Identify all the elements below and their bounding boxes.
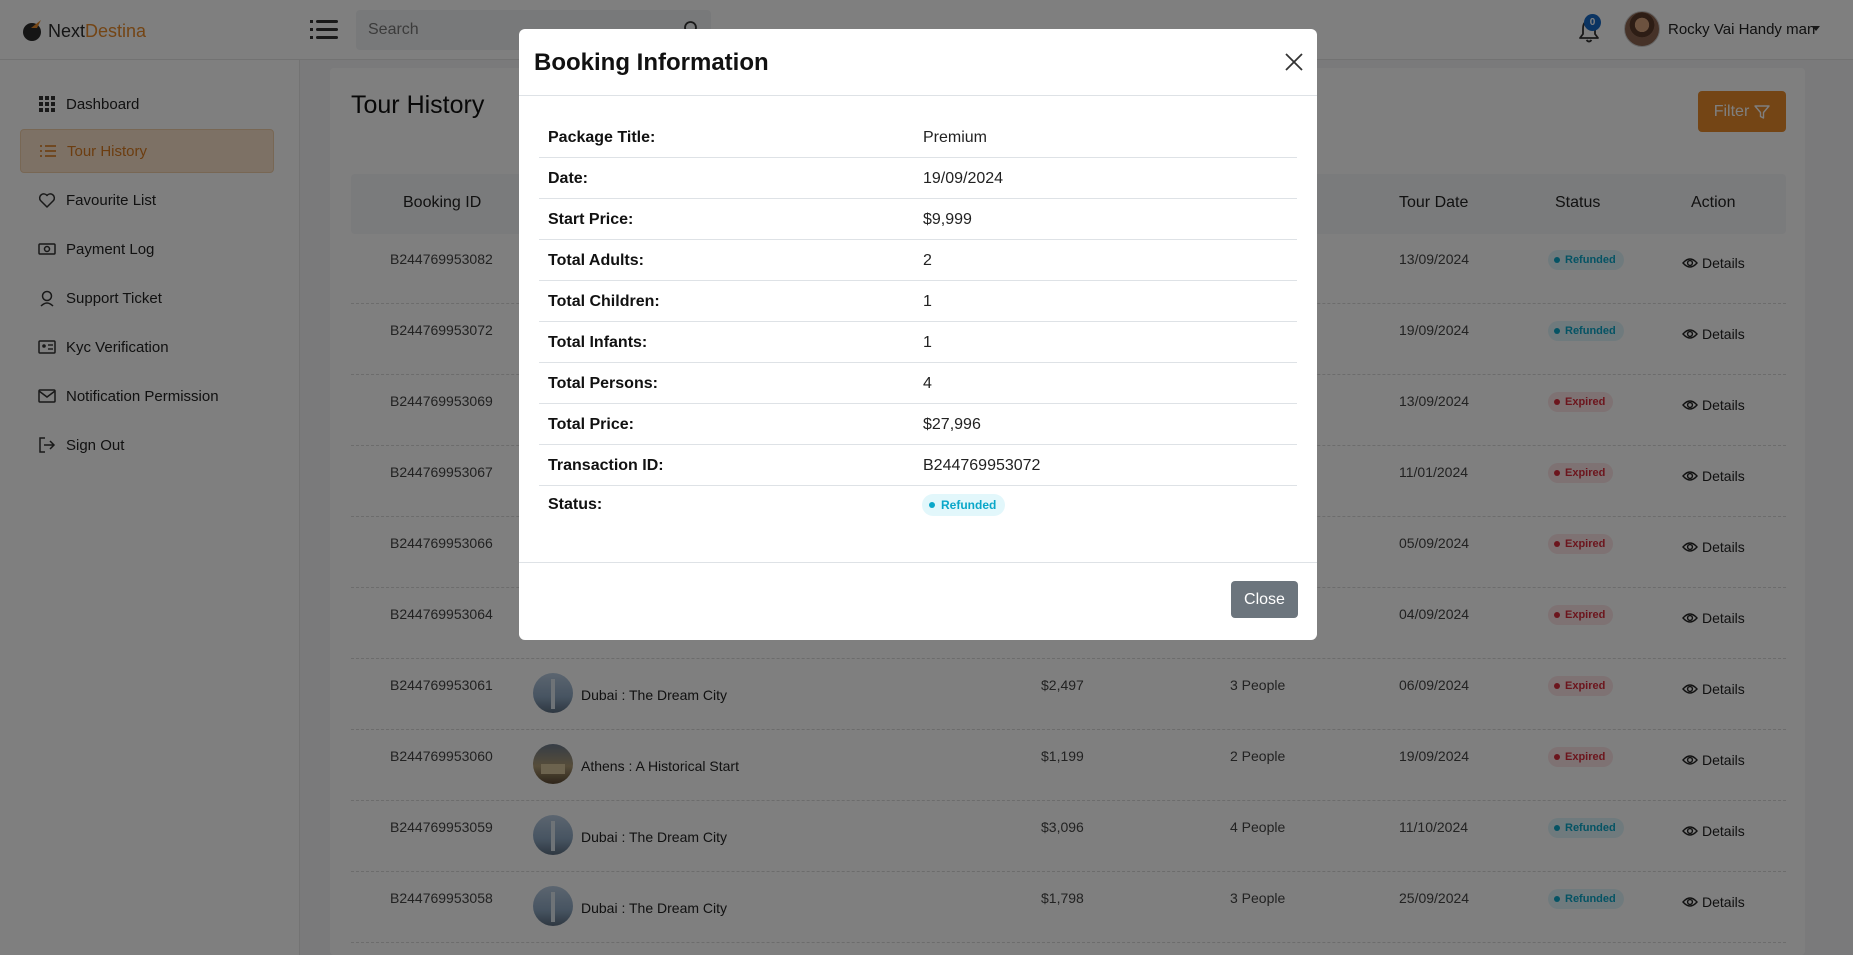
info-label: Total Infants: <box>548 334 648 351</box>
modal-footer: Close <box>519 562 1317 640</box>
info-value: 1 <box>923 293 932 310</box>
info-value: 4 <box>923 375 932 392</box>
info-value: $27,996 <box>923 416 981 433</box>
info-row: Start Price: $9,999 <box>539 199 1297 240</box>
info-value: B244769953072 <box>923 457 1041 474</box>
info-value: 2 <box>923 252 932 269</box>
info-label: Date: <box>548 170 589 187</box>
close-icon[interactable] <box>1283 51 1305 73</box>
info-value: Premium <box>923 129 988 146</box>
info-value: $9,999 <box>923 211 972 228</box>
info-row: Total Adults: 2 <box>539 240 1297 281</box>
status-badge: Refunded <box>922 494 1006 516</box>
status-dot-icon <box>929 502 935 508</box>
status-badge-label: Refunded <box>941 498 997 512</box>
info-label: Status: <box>548 496 603 513</box>
info-row: Total Persons: 4 <box>539 363 1297 404</box>
info-row-status: Status: Refunded <box>539 484 1297 525</box>
info-row: Transaction ID: B244769953072 <box>539 445 1297 486</box>
close-button[interactable]: Close <box>1231 581 1298 618</box>
info-value: 19/09/2024 <box>923 170 1004 187</box>
info-label: Transaction ID: <box>548 457 664 474</box>
modal-header: Booking Information <box>519 29 1317 96</box>
info-row: Package Title: Premium <box>539 117 1297 158</box>
info-row: Total Price: $27,996 <box>539 404 1297 445</box>
modal-title: Booking Information <box>534 49 769 76</box>
info-label: Total Price: <box>548 416 634 433</box>
booking-info-modal: Booking Information Package Title: Premiu… <box>519 29 1317 640</box>
info-row: Date: 19/09/2024 <box>539 158 1297 199</box>
info-label: Start Price: <box>548 211 634 228</box>
info-label: Total Adults: <box>548 252 644 269</box>
info-row: Total Infants: 1 <box>539 322 1297 363</box>
info-label: Total Children: <box>548 293 660 310</box>
info-value: 1 <box>923 334 932 351</box>
info-label: Total Persons: <box>548 375 658 392</box>
info-row: Total Children: 1 <box>539 281 1297 322</box>
info-label: Package Title: <box>548 129 656 146</box>
